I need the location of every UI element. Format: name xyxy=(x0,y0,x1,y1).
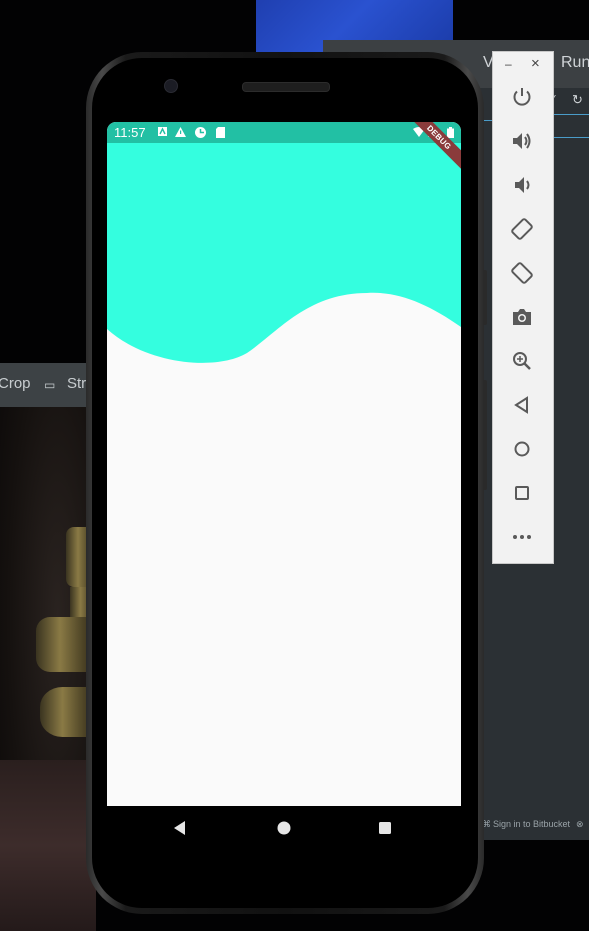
data-saver-icon xyxy=(195,127,206,138)
notification-icon-a xyxy=(157,127,168,138)
status-time: 11:57 xyxy=(114,125,146,140)
android-status-bar: 11:57 DEBUG xyxy=(107,122,461,175)
ide-status-bar: ⌘ Sign in to Bitbucket ⊗ xyxy=(478,812,589,836)
home-icon xyxy=(514,441,530,457)
volume-up-icon xyxy=(513,133,531,149)
ruler-icon: ▭ xyxy=(44,378,56,392)
app-wave-header xyxy=(107,143,461,363)
volume-down-icon xyxy=(515,177,530,193)
back-icon xyxy=(514,396,528,414)
nav-back-button[interactable] xyxy=(173,820,189,836)
more-button[interactable] xyxy=(510,525,534,549)
phone-side-button xyxy=(483,380,487,490)
overview-button[interactable] xyxy=(510,481,534,505)
ide-divider xyxy=(553,114,589,115)
overview-square-icon xyxy=(379,822,391,834)
close-circle-icon[interactable]: ⊗ xyxy=(576,819,584,830)
minimize-button[interactable]: – xyxy=(505,57,512,71)
rotate-left-button[interactable] xyxy=(510,217,534,241)
phone-screen[interactable]: 11:57 DEBUG xyxy=(107,122,461,806)
power-button[interactable] xyxy=(510,85,534,109)
straighten-tool[interactable]: Str xyxy=(67,375,86,392)
camera-icon xyxy=(513,309,531,325)
home-circle-icon xyxy=(277,821,291,835)
sign-in-bitbucket-link[interactable]: Sign in to Bitbucket xyxy=(493,819,570,829)
ide-divider xyxy=(553,137,589,138)
earpiece-speaker xyxy=(242,82,330,92)
photo-floor xyxy=(0,760,96,931)
desktop: V Run ⁄ ↻ ⌘ Sign in to Bitbucket ⊗ Crop … xyxy=(0,0,589,931)
sd-card-icon xyxy=(215,127,226,138)
overview-icon xyxy=(515,486,529,500)
phone-side-button xyxy=(483,270,487,325)
emulator-panel-header: – × xyxy=(493,52,553,78)
crop-tool[interactable]: Crop xyxy=(0,375,31,392)
back-triangle-icon xyxy=(174,821,185,835)
volume-up-button[interactable] xyxy=(510,129,534,153)
front-camera xyxy=(164,79,178,93)
emulator-control-panel: – × xyxy=(492,51,554,564)
back-button[interactable] xyxy=(510,393,534,417)
image-editor-toolbar: Crop ▭ Str xyxy=(0,363,96,407)
more-icon xyxy=(513,535,531,539)
zoom-button[interactable] xyxy=(510,349,534,373)
home-button[interactable] xyxy=(510,437,534,461)
power-icon xyxy=(513,88,531,106)
rotate-left-icon xyxy=(511,218,533,240)
ide-menu-run[interactable]: Run xyxy=(561,54,589,72)
nav-overview-button[interactable] xyxy=(377,820,393,836)
screenshot-button[interactable] xyxy=(510,305,534,329)
background-photo xyxy=(0,407,96,931)
zoom-icon xyxy=(513,352,531,370)
warning-icon xyxy=(175,127,186,138)
rotate-right-icon xyxy=(511,262,533,284)
rotate-right-button[interactable] xyxy=(510,261,534,285)
close-button[interactable]: × xyxy=(531,55,540,72)
nav-home-button[interactable] xyxy=(276,820,292,836)
android-nav-bar xyxy=(107,806,461,850)
refresh-icon[interactable]: ↻ xyxy=(572,92,583,108)
volume-down-button[interactable] xyxy=(510,173,534,197)
